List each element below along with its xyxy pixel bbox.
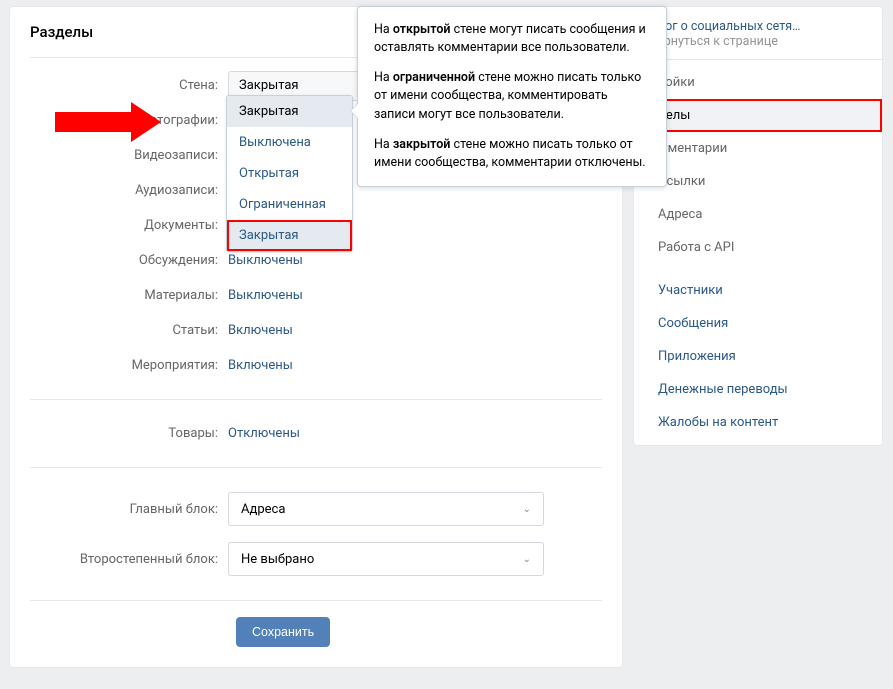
value-events[interactable]: Включены — [228, 358, 293, 373]
divider — [30, 467, 602, 468]
label-audio: Аудиозаписи: — [30, 183, 228, 198]
dropdown-option[interactable]: Ограниченная — [227, 189, 352, 220]
wall-dropdown-menu: Закрытая Выключена Открытая Ограниченная… — [226, 95, 353, 252]
divider — [30, 399, 602, 400]
nav-item-comments[interactable]: мментарии — [634, 132, 882, 165]
nav-item-complaints[interactable]: Жалобы на контент — [634, 406, 882, 439]
label-secondary-block: Второстепенный блок: — [30, 552, 228, 567]
row-events: Мероприятия: Включены — [30, 348, 602, 383]
sidebar-header: Блог о социальных сетя… вернуться к стра… — [634, 7, 882, 60]
label-videos: Видеозаписи: — [30, 148, 228, 163]
divider — [30, 600, 602, 601]
row-goods: Товары: Отключены — [30, 416, 602, 451]
main-block-select[interactable]: Адреса ⌄ — [228, 492, 544, 526]
back-link[interactable]: вернуться к странице — [650, 34, 778, 49]
label-events: Мероприятия: — [30, 358, 228, 373]
row-articles: Статьи: Включены — [30, 313, 602, 348]
label-wall: Стена: — [30, 78, 228, 93]
secondary-block-value: Не выбрано — [241, 552, 314, 567]
arrow-annotation — [55, 102, 161, 142]
row-main-block: Главный блок: Адреса ⌄ — [30, 484, 602, 534]
dropdown-option[interactable]: Выключена — [227, 127, 352, 158]
value-materials[interactable]: Выключены — [228, 288, 303, 303]
nav-item-members[interactable]: Участники — [634, 274, 882, 307]
label-materials: Материалы: — [30, 288, 228, 303]
nav-item-api[interactable]: Работа с API — [634, 231, 882, 264]
chevron-down-icon: ⌄ — [523, 504, 531, 515]
value-goods[interactable]: Отключены — [228, 426, 300, 441]
value-articles[interactable]: Включены — [228, 323, 293, 338]
nav-item-addresses[interactable]: Адреса — [634, 198, 882, 231]
nav-item-links[interactable]: Ссылки — [634, 165, 882, 198]
value-discussions[interactable]: Выключены — [228, 253, 303, 268]
row-secondary-block: Второстепенный блок: Не выбрано ⌄ — [30, 534, 602, 584]
dropdown-option[interactable]: Открытая — [227, 158, 352, 189]
chevron-down-icon: ⌄ — [523, 554, 531, 565]
nav-item-settings[interactable]: ройки — [634, 66, 882, 99]
nav-item-transfers[interactable]: Денежные переводы — [634, 373, 882, 406]
nav-item-sections[interactable]: делы — [634, 99, 882, 132]
nav-item-messages[interactable]: Сообщения — [634, 307, 882, 340]
dropdown-option-highlighted[interactable]: Закрытая — [227, 220, 352, 251]
save-button[interactable]: Сохранить — [236, 617, 330, 647]
label-docs: Документы: — [30, 218, 228, 233]
label-discussions: Обсуждения: — [30, 253, 228, 268]
secondary-block-select[interactable]: Не выбрано ⌄ — [228, 542, 544, 576]
nav-item-apps[interactable]: Приложения — [634, 340, 882, 373]
sidebar: Блог о социальных сетя… вернуться к стра… — [633, 6, 883, 446]
sidebar-nav: ройки делы мментарии Ссылки Адреса Работ… — [634, 60, 882, 445]
label-main-block: Главный блок: — [30, 502, 228, 517]
wall-tooltip: На открытой стене могут писать сообщения… — [357, 6, 667, 187]
blog-link[interactable]: Блог о социальных сетя… — [650, 19, 866, 34]
dropdown-option-selected[interactable]: Закрытая — [227, 96, 352, 127]
row-materials: Материалы: Выключены — [30, 278, 602, 313]
main-block-value: Адреса — [241, 502, 285, 517]
label-articles: Статьи: — [30, 323, 228, 338]
label-goods: Товары: — [30, 426, 228, 441]
